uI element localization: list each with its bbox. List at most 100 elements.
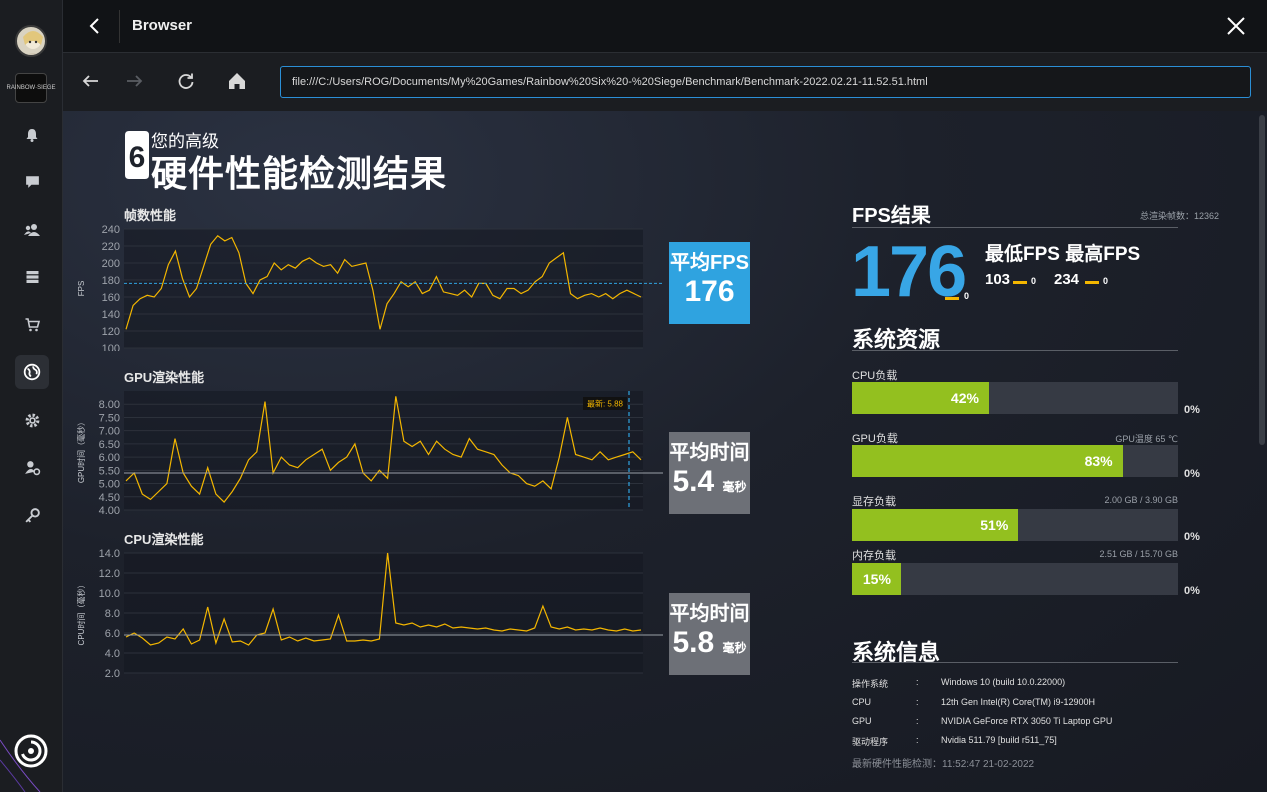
colon: :	[916, 716, 919, 726]
y-tick-label: 220	[102, 241, 120, 253]
back-button[interactable]	[83, 14, 107, 38]
browser-nav-bar: file:///C:/Users/ROG/Documents/My%20Game…	[63, 53, 1267, 111]
chat-icon[interactable]	[15, 164, 49, 198]
fps-max-value: 234	[1054, 271, 1080, 288]
gpu-temp: GPU温度 65 ℃	[1115, 434, 1178, 444]
vram-load-label: 显存负载	[852, 496, 896, 508]
nav-forward-button[interactable]	[123, 70, 145, 92]
ram-load-pct: 15%	[862, 571, 891, 587]
y-axis-label: GPU时间（毫秒）	[76, 418, 86, 483]
plot-area	[124, 229, 643, 348]
nav-back-button[interactable]	[80, 70, 102, 92]
avg-fps-box: 平均FPS 176	[669, 242, 750, 324]
page-title: 硬件性能检测结果	[151, 153, 448, 194]
y-tick-label: 4.00	[99, 505, 120, 515]
fps-minmax-label: 最低FPS 最高FPS	[985, 244, 1141, 265]
settings-icon[interactable]	[15, 403, 49, 437]
colon: :	[916, 677, 919, 687]
benchmark-page: 6 您的高级 硬件性能检测结果 帧数性能 240 220 200 180 160 140 1…	[63, 111, 1267, 792]
avg-cpu-title: 平均时间	[669, 603, 750, 625]
fps-avg-sub: 0	[964, 291, 970, 301]
latest-label: 最新: 5.88	[587, 399, 624, 409]
ram-load-bar: 15%	[852, 563, 1178, 595]
ram-usage: 2.51 GB / 15.70 GB	[1099, 549, 1178, 559]
web-icon[interactable]	[15, 355, 49, 389]
game-tile[interactable]: RAINBOW·SIEGE	[7, 73, 56, 103]
fps-min-sub: 0	[1031, 276, 1037, 286]
cpu-value: 12th Gen Intel(R) Core(TM) i9-12900H	[941, 697, 1096, 707]
vram-load-bar: 51%	[852, 509, 1178, 541]
y-tick-label: 5.00	[99, 479, 120, 491]
fps-avg-value: 176	[851, 232, 967, 312]
y-tick-label: 4.0	[105, 648, 120, 660]
cpu-load-zero: 0%	[1184, 404, 1200, 416]
y-tick-label: 12.0	[99, 568, 120, 580]
cpu-load-pct: 42%	[950, 390, 979, 406]
colon: :	[916, 735, 919, 745]
y-tick-label: 4.50	[99, 492, 120, 504]
account-settings-icon[interactable]	[15, 450, 49, 484]
driver-value: Nvidia 511.79 [build r511_75]	[941, 735, 1057, 745]
avg-fps-value: 176	[684, 275, 735, 308]
cpu-load-bar: 42%	[852, 382, 1178, 414]
cpu-chart: 14.0 12.0 10.0 8.0 6.0 4.0 2.0 CPU时间（毫秒）	[76, 548, 663, 680]
fps-min-value: 103	[985, 271, 1011, 288]
sidebar: RAINBOW·SIEGE	[0, 0, 63, 792]
ram-load-label: 内存负载	[852, 550, 896, 562]
fps-avg-bar	[945, 297, 959, 300]
library-icon[interactable]	[15, 260, 49, 294]
gpu-chart: 8.007.50 7.006.506.005.50 5.004.504.00 GPU时…	[76, 391, 663, 515]
divider	[852, 350, 1178, 351]
divider	[852, 227, 1178, 228]
fps-result-title: FPS结果	[852, 205, 931, 227]
driver-key: 驱动程序	[852, 737, 889, 747]
store-icon[interactable]	[15, 308, 49, 342]
y-axis-label: CPU时间（毫秒）	[76, 581, 86, 646]
plot-area	[124, 391, 643, 510]
avg-gpu-title: 平均时间	[669, 442, 750, 464]
total-frames: 总渲染帧数：12362	[1139, 211, 1219, 221]
avg-fps-title: 平均FPS	[670, 252, 749, 274]
gpu-load-label: GPU负载	[852, 433, 898, 445]
y-tick-label: 140	[102, 309, 120, 321]
y-tick-label: 2.0	[105, 668, 120, 680]
close-button[interactable]	[1225, 15, 1247, 37]
notifications-icon[interactable]	[15, 118, 49, 152]
friends-icon[interactable]	[15, 213, 49, 247]
ram-load-zero: 0%	[1184, 585, 1200, 597]
y-tick-label: 8.00	[99, 399, 120, 411]
fps-max-bar	[1085, 281, 1099, 284]
cpu-load-label: CPU负载	[852, 370, 898, 382]
gpu-key: GPU	[852, 716, 872, 726]
fps-min-bar	[1013, 281, 1027, 284]
y-tick-label: 8.0	[105, 608, 120, 620]
avg-cpu-box: 平均时间 5.8 毫秒	[669, 593, 750, 675]
url-input[interactable]: file:///C:/Users/ROG/Documents/My%20Game…	[280, 66, 1251, 98]
divider	[119, 10, 120, 43]
gpu-load-bar: 83%	[852, 445, 1178, 477]
avg-cpu-value: 5.8	[672, 626, 715, 659]
y-tick-label: 7.50	[99, 412, 120, 424]
gpu-load-fill	[852, 445, 1123, 477]
avg-gpu-unit: 毫秒	[722, 480, 747, 494]
y-tick-label: 120	[102, 326, 120, 338]
y-tick-label: 14.0	[99, 548, 120, 560]
y-tick-label: 160	[102, 292, 120, 304]
window-title: Browser	[132, 17, 193, 34]
avg-gpu-value: 5.4	[672, 465, 715, 498]
avatar[interactable]	[15, 25, 47, 57]
page-scrollbar[interactable]	[1259, 115, 1265, 445]
key-icon[interactable]	[15, 498, 49, 532]
cpu-key: CPU	[852, 697, 872, 707]
game-tile-label: RAINBOW·SIEGE	[6, 85, 56, 91]
y-tick-label: 5.50	[99, 465, 120, 477]
y-tick-label: 6.00	[99, 452, 120, 464]
y-tick-label: 6.50	[99, 439, 120, 451]
reload-button[interactable]	[175, 70, 197, 92]
divider	[852, 662, 1178, 663]
gpu-value: NVIDIA GeForce RTX 3050 Ti Laptop GPU	[941, 716, 1113, 726]
vram-load-zero: 0%	[1184, 531, 1200, 543]
home-button[interactable]	[226, 70, 248, 92]
y-axis-label: FPS	[77, 281, 86, 297]
y-tick-label: 240	[102, 224, 120, 236]
